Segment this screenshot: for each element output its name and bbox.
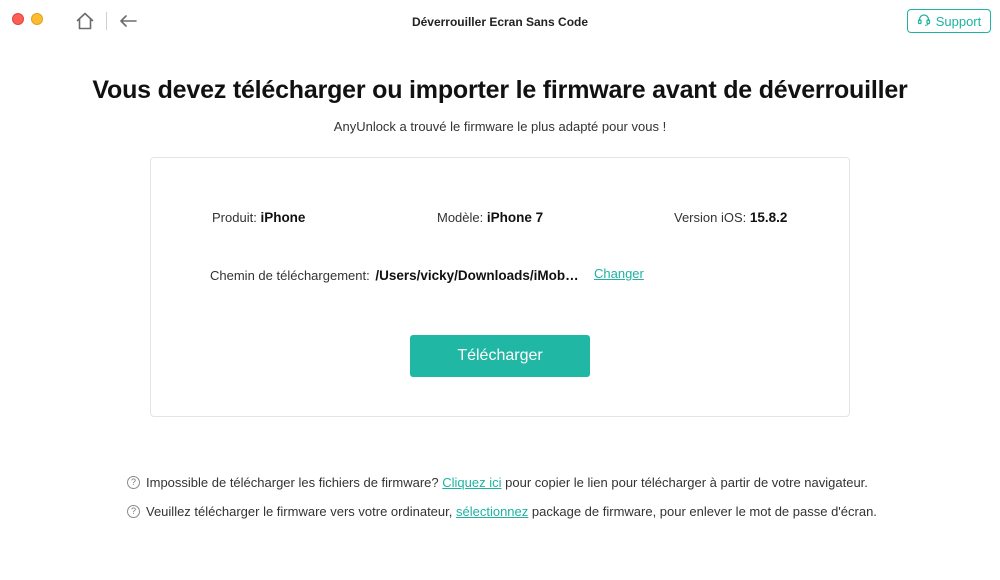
help-text: pour copier le lien pour télécharger à p…: [505, 475, 868, 490]
ios-version-field: Version iOS: 15.8.2: [674, 210, 787, 225]
page-subtitle: AnyUnlock a trouvé le firmware le plus a…: [333, 119, 667, 134]
help-text: Impossible de télécharger les fichiers d…: [146, 475, 439, 490]
support-button[interactable]: Support: [907, 9, 991, 33]
download-path-value: /Users/vicky/Downloads/iMobie/AnyUnlock: [375, 268, 581, 283]
firmware-info-card: Produit: iPhone Modèle: iPhone 7 Version…: [150, 157, 850, 417]
ios-version-value: 15.8.2: [749, 210, 788, 225]
question-circle-icon: ?: [127, 476, 140, 489]
support-label: Support: [935, 13, 982, 29]
model-field: Modèle: iPhone 7: [437, 210, 543, 225]
title-bar: Déverrouiller Ecran Sans Code Support: [0, 0, 1000, 44]
product-field: Produit: iPhone: [212, 210, 305, 225]
question-circle-icon: ?: [127, 505, 140, 518]
help-text: Veuillez télécharger le firmware vers vo…: [146, 504, 453, 519]
app-window: Déverrouiller Ecran Sans Code Support Vo…: [0, 0, 1000, 580]
window-title: Déverrouiller Ecran Sans Code: [411, 15, 589, 29]
headset-icon: [917, 13, 931, 30]
page-title: Vous devez télécharger ou importer le fi…: [92, 76, 908, 104]
download-path-label: Chemin de téléchargement:: [210, 268, 370, 283]
select-firmware-link[interactable]: sélectionnez: [456, 504, 528, 519]
help-text: package de firmware, pour enlever le mot…: [531, 504, 877, 519]
product-label: Produit:: [212, 210, 257, 225]
help-line-select-package: ? Veuillez télécharger le firmware vers …: [127, 504, 877, 519]
ios-version-label: Version iOS:: [674, 210, 747, 225]
download-path-field: Chemin de téléchargement: /Users/vicky/D…: [210, 268, 580, 283]
change-path-link[interactable]: Changer: [594, 266, 644, 281]
model-value: iPhone 7: [486, 210, 544, 225]
model-label: Modèle:: [437, 210, 484, 225]
download-button[interactable]: Télécharger: [410, 335, 590, 377]
product-value: iPhone: [260, 210, 306, 225]
help-line-copy-link: ? Impossible de télécharger les fichiers…: [127, 475, 868, 490]
click-here-link[interactable]: Cliquez ici: [442, 475, 501, 490]
